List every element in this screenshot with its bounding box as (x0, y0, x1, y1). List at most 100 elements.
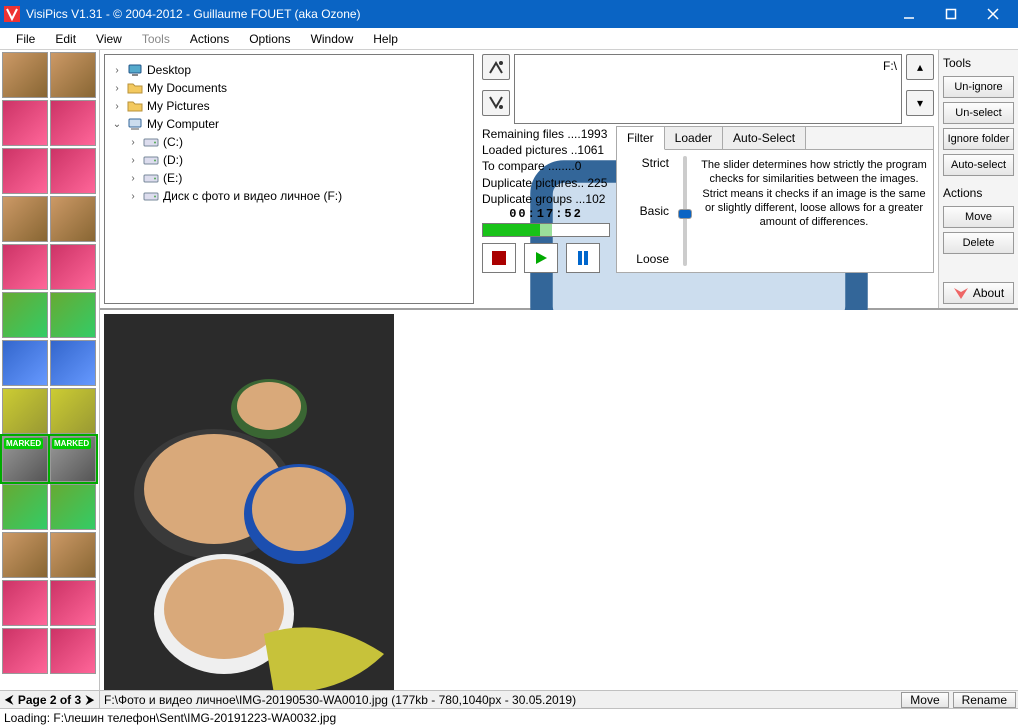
folder-tree[interactable]: › Desktop› My Documents› My Pictures⌄ My… (104, 54, 474, 304)
thumb[interactable] (50, 52, 96, 98)
pager: ⮜ Page 2 of 3 ⮞ (0, 690, 99, 708)
folder-icon (127, 80, 143, 96)
path-value: F:\ (883, 59, 897, 73)
filter-tabs: Filter Loader Auto-Select Strict Basic L… (616, 126, 934, 273)
unignore-button[interactable]: Un-ignore (943, 76, 1014, 98)
thumb[interactable] (2, 244, 48, 290)
play-button[interactable] (524, 243, 558, 273)
tree-expander[interactable]: ⌄ (111, 119, 123, 130)
thumb[interactable] (50, 100, 96, 146)
remove-path-button[interactable] (482, 90, 510, 116)
menu-view[interactable]: View (86, 30, 132, 48)
tree-item[interactable]: › (E:) (111, 169, 467, 187)
thumb[interactable] (2, 52, 48, 98)
maximize-button[interactable] (930, 0, 972, 28)
thumb[interactable] (2, 484, 48, 530)
path-down-button[interactable]: ▾ (906, 90, 934, 116)
thumb[interactable] (50, 340, 96, 386)
menu-help[interactable]: Help (363, 30, 408, 48)
progress-bar (482, 223, 610, 237)
thumb[interactable] (50, 484, 96, 530)
marked-badge: MARKED (52, 438, 91, 449)
thumb[interactable] (2, 628, 48, 674)
status-bar: F:\Фото и видео личное\IMG-20190530-WA00… (100, 690, 1018, 708)
thumb[interactable] (2, 148, 48, 194)
tab-autoselect[interactable]: Auto-Select (723, 127, 806, 149)
thumb[interactable] (50, 148, 96, 194)
unselect-button[interactable]: Un-select (943, 102, 1014, 124)
menu-edit[interactable]: Edit (45, 30, 86, 48)
thumb[interactable] (50, 292, 96, 338)
slider-description: The slider determines how strictly the p… (701, 156, 927, 266)
menu-options[interactable]: Options (239, 30, 300, 48)
thumb[interactable] (50, 244, 96, 290)
thumb[interactable] (2, 532, 48, 578)
thumb[interactable] (50, 532, 96, 578)
menu-window[interactable]: Window (301, 30, 364, 48)
pager-next[interactable]: ⮞ (81, 691, 99, 709)
thumb[interactable] (2, 100, 48, 146)
thumb[interactable] (2, 388, 48, 434)
drive-icon (143, 188, 159, 204)
ignore-folder-button[interactable]: Ignore folder (943, 128, 1014, 150)
about-button[interactable]: About (943, 282, 1014, 304)
tools-label: Tools (943, 54, 1014, 72)
thumb-marked[interactable]: MARKED (2, 436, 48, 482)
desktop-icon (127, 62, 143, 78)
thumb[interactable] (2, 340, 48, 386)
move-button[interactable]: Move (943, 206, 1014, 228)
drive-icon (143, 134, 159, 150)
preview-image[interactable] (104, 314, 394, 690)
add-path-button[interactable] (482, 54, 510, 80)
autoselect-button[interactable]: Auto-select (943, 154, 1014, 176)
thumb[interactable] (2, 292, 48, 338)
tree-expander[interactable]: › (111, 65, 123, 76)
stop-button[interactable] (482, 243, 516, 273)
thumb[interactable] (2, 580, 48, 626)
status-rename-button[interactable]: Rename (953, 692, 1016, 708)
preview-area (100, 310, 1018, 690)
close-button[interactable] (972, 0, 1014, 28)
path-up-button[interactable]: ▴ (906, 54, 934, 80)
fox-icon (953, 285, 969, 301)
marked-badge: MARKED (4, 438, 43, 449)
tree-expander[interactable]: › (127, 191, 139, 202)
tree-item[interactable]: › Диск с фото и видео личное (F:) (111, 187, 467, 205)
folder-icon (127, 98, 143, 114)
tree-label: (E:) (163, 171, 182, 185)
tree-item[interactable]: › (D:) (111, 151, 467, 169)
window-title: VisiPics V1.31 - © 2004-2012 - Guillaume… (26, 7, 888, 21)
minimize-button[interactable] (888, 0, 930, 28)
tab-loader[interactable]: Loader (665, 127, 723, 149)
tree-item[interactable]: › (C:) (111, 133, 467, 151)
tree-expander[interactable]: › (111, 83, 123, 94)
menu-actions[interactable]: Actions (180, 30, 239, 48)
strictness-slider[interactable] (677, 156, 693, 266)
pause-button[interactable] (566, 243, 600, 273)
tree-item[interactable]: › My Documents (111, 79, 467, 97)
titlebar: VisiPics V1.31 - © 2004-2012 - Guillaume… (0, 0, 1018, 28)
tree-expander[interactable]: › (111, 101, 123, 112)
tree-expander[interactable]: › (127, 173, 139, 184)
tree-label: (C:) (163, 135, 183, 149)
thumb[interactable] (50, 628, 96, 674)
thumbnail-strip: MARKED MARKED ⮜ Page 2 of 3 ⮞ (0, 50, 100, 708)
delete-button[interactable]: Delete (943, 232, 1014, 254)
thumb[interactable] (50, 196, 96, 242)
drive-icon (143, 152, 159, 168)
tree-item[interactable]: ⌄ My Computer (111, 115, 467, 133)
tree-item[interactable]: › Desktop (111, 61, 467, 79)
pager-prev[interactable]: ⮜ (0, 691, 18, 709)
tree-expander[interactable]: › (127, 155, 139, 166)
slider-labels: Strict Basic Loose (623, 156, 669, 266)
thumb[interactable] (50, 580, 96, 626)
tree-item[interactable]: › My Pictures (111, 97, 467, 115)
path-box[interactable]: F:\ (514, 54, 902, 124)
tab-filter[interactable]: Filter (617, 127, 665, 150)
menu-file[interactable]: File (6, 30, 45, 48)
thumb-marked[interactable]: MARKED (50, 436, 96, 482)
thumb[interactable] (2, 196, 48, 242)
thumb[interactable] (50, 388, 96, 434)
tree-expander[interactable]: › (127, 137, 139, 148)
status-move-button[interactable]: Move (901, 692, 948, 708)
